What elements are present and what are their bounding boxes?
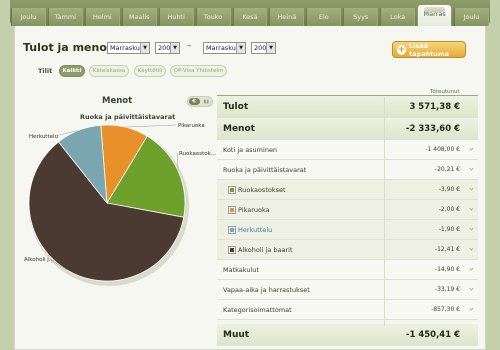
row-label-text: Ruokaostokset <box>238 185 286 194</box>
pie-slice-label: Pikaruoka <box>178 123 205 129</box>
chevron-down-icon[interactable] <box>469 286 474 291</box>
pie-leader-line <box>124 124 177 128</box>
row-label: Kategorisoimattomat <box>223 306 292 314</box>
row-value: -20,21 € <box>434 166 460 173</box>
row-value: -1,90 € <box>438 226 460 233</box>
row-value: -3,90 € <box>438 186 460 193</box>
row-label-text: Menot <box>223 123 255 134</box>
chevron-down-icon[interactable] <box>469 226 474 231</box>
row-value: -33,19 € <box>434 286 460 293</box>
row-value: 3 571,38 € <box>409 101 460 112</box>
row-label-text: Pikaruoka <box>238 205 270 214</box>
row-label: Alkoholi ja baarit <box>228 245 293 254</box>
row-value: -2 333,60 € <box>405 123 460 134</box>
chevron-down-icon[interactable] <box>469 146 474 151</box>
table-row[interactable]: Koti ja asuminen -1 408,00 € <box>217 140 478 160</box>
row-value: -1 408,00 € <box>425 146 460 153</box>
chevron-down-icon[interactable] <box>469 246 474 251</box>
category-color-swatch <box>228 245 236 254</box>
row-value: -1 450,41 € <box>405 329 460 340</box>
table-row[interactable]: Kategorisoimattomat -857,30 € <box>217 300 478 320</box>
table-row[interactable]: Vapaa-aika ja harrastukset -33,19 € <box>217 280 478 300</box>
table-row[interactable]: Ruoka ja päivittäistavarat -20,21 € <box>217 160 478 180</box>
row-label-text: Alkoholi ja baarit <box>238 245 293 254</box>
chevron-down-icon[interactable] <box>469 266 474 271</box>
row-value: -14,90 € <box>434 266 460 273</box>
row-label-text: Koti ja asuminen <box>223 145 278 154</box>
chevron-down-icon[interactable] <box>469 166 474 171</box>
table-row[interactable]: Tulot 3 571,38 € <box>217 96 478 118</box>
row-value: -2,00 € <box>438 206 460 213</box>
row-label: Vapaa-aika ja harrastukset <box>223 286 310 294</box>
row-label: Ruoka ja päivittäistavarat <box>223 166 306 174</box>
category-color-swatch <box>228 185 236 194</box>
pie-slice-label: Herkuttelu <box>29 134 58 140</box>
row-label-text: Vapaa-aika ja harrastukset <box>223 285 310 294</box>
category-color-swatch <box>228 205 236 214</box>
chevron-down-icon[interactable] <box>469 306 474 311</box>
row-label-text: Tulot <box>223 101 249 112</box>
row-label: Matkakulut <box>223 266 259 274</box>
row-label: Muut <box>223 330 249 340</box>
table-row[interactable]: Muut -1 450,41 € <box>217 324 478 346</box>
row-value: -857,30 € <box>431 306 460 313</box>
row-label-text: Ruoka ja päivittäistavarat <box>223 165 307 174</box>
row-label: Koti ja asuminen <box>223 146 277 154</box>
row-label: Ruokaostokset <box>228 185 286 194</box>
table-column-divider <box>384 97 385 326</box>
category-color-swatch <box>228 225 236 234</box>
row-label: Menot <box>223 124 255 134</box>
row-label-text: Herkuttelu <box>238 225 273 234</box>
pie-slice-label: Alkoholi j... <box>24 257 54 263</box>
table-row[interactable]: Alkoholi ja baarit -12,41 € <box>217 240 478 260</box>
chevron-down-icon[interactable] <box>469 206 474 211</box>
table-row[interactable]: Pikaruoka -2,00 € <box>217 200 478 220</box>
row-label-text: Matkakulut <box>223 265 259 274</box>
row-label-text: Muut <box>223 329 250 340</box>
table-row[interactable]: Matkakulut -14,90 € <box>217 260 478 280</box>
row-label: Tulot <box>223 102 248 112</box>
table-row[interactable]: Menot -2 333,60 € <box>217 118 478 140</box>
row-label[interactable]: Herkuttelu <box>228 225 273 234</box>
row-label: Pikaruoka <box>228 205 270 214</box>
table-row[interactable]: Ruokaostokset -3,90 € <box>217 180 478 200</box>
chevron-down-icon[interactable] <box>469 186 474 191</box>
table-row[interactable]: Herkuttelu -1,90 € <box>217 220 478 240</box>
row-value: -12,41 € <box>434 246 460 253</box>
row-label-text: Kategorisoimattomat <box>223 305 292 314</box>
pie-slice-label: Ruokaostok... <box>179 151 216 157</box>
